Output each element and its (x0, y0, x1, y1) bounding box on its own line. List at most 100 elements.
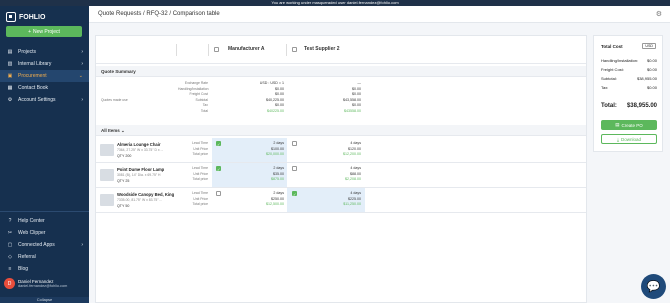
quote-summary-title: Quote Summary (101, 69, 136, 74)
total-cost-card: Total Cost USD Handling/Installation: $0… (593, 35, 663, 152)
item-description: 7335-00, 81.75" W x 83.75" ... (117, 198, 163, 202)
select-supplier-a-checkbox[interactable]: ✓ (216, 141, 221, 147)
total-price: $12,200.00 (343, 152, 361, 156)
avatar: D (4, 278, 15, 289)
quote-summary-band: Quote Summary (96, 66, 586, 77)
sidebar-item-procurement[interactable]: ▣ Procurement ⌄ (0, 70, 89, 82)
column-divider (208, 44, 209, 56)
select-supplier-a-checkbox[interactable] (216, 191, 221, 196)
settings-gear-icon[interactable]: ⚙ (656, 10, 662, 18)
apps-icon: ▢ (7, 242, 13, 248)
download-label: Download (620, 136, 641, 142)
sidebar-item-internal-library[interactable]: ▥ Internal Library › (0, 58, 89, 70)
supplier-a-total: $40225.00 (267, 108, 284, 113)
user-email: daniel.fernandez@fohlio.com (18, 284, 68, 288)
supplier-a-checkbox[interactable] (214, 46, 219, 52)
logo-icon (6, 12, 16, 22)
new-project-button[interactable]: + New Project (6, 26, 82, 37)
gear-icon: ⚙ (7, 97, 13, 103)
select-supplier-b-checkbox[interactable] (292, 141, 297, 146)
blog-icon: ≡ (8, 266, 12, 272)
sidebar-item-connected-apps[interactable]: ▢ Connected Apps › (0, 239, 89, 251)
item-name[interactable]: Woodside Canopy Bed, King (117, 192, 174, 197)
summary-row-value: $0.00 (646, 85, 657, 90)
select-supplier-b-checkbox[interactable]: ✓ (292, 191, 297, 197)
item-name[interactable]: Almeria Lounge Chair (117, 142, 161, 147)
summary-row-label: Handling/Installation: (601, 58, 639, 63)
row-divider (96, 162, 586, 163)
chevron-right-icon: › (81, 242, 83, 248)
row-label: Total price (192, 152, 208, 156)
sidebar-item-label: Procurement (18, 73, 47, 79)
document-icon: ▤ (615, 122, 620, 127)
summary-row: Subtotal: $38,955.00 (601, 76, 657, 81)
sidebar-item-label: Blog (18, 266, 29, 272)
sidebar-item-blog[interactable]: ≡ Blog (0, 263, 89, 275)
all-items-band: All Items ⌄ (96, 125, 586, 136)
logo-text: FOHLIO (19, 13, 46, 21)
plus-icon: + (28, 28, 31, 35)
sidebar-item-label: Connected Apps (18, 242, 55, 248)
sidebar-item-help-center[interactable]: ? Help Center (0, 215, 89, 227)
column-divider (176, 44, 177, 56)
summary-row: Handling/Installation: $0.00 (601, 58, 657, 63)
breadcrumb: Quote Requests / RFQ-32 / Comparison tab… (98, 11, 220, 17)
chevron-down-icon: ⌄ (78, 73, 83, 79)
summary-row: Tax: $0.00 (601, 85, 657, 90)
folder-icon: ▤ (7, 49, 13, 55)
all-items-label: All Items (101, 128, 120, 133)
collapse-sidebar-button[interactable]: Collapse (0, 297, 89, 303)
download-button[interactable]: ⤓ Download (601, 134, 657, 144)
grand-total-label: Total: (601, 103, 617, 109)
total-price: $11,250.00 (343, 202, 361, 206)
all-items-dropdown[interactable]: All Items ⌄ (101, 128, 125, 134)
summary-row-value: $0.00 (646, 58, 657, 63)
summary-label: Total (200, 108, 208, 113)
chat-bubble-button[interactable]: 💬 (641, 274, 666, 299)
sidebar-item-contact-book[interactable]: ▦ Contact Book (0, 82, 89, 94)
row-label: Total price (192, 202, 208, 206)
table-header: Manufacturer A Test Supplier 2 (96, 36, 586, 64)
sidebar-item-web-clipper[interactable]: ✂ Web Clipper (0, 227, 89, 239)
summary-row-label: Freight Cost: (601, 67, 624, 72)
sidebar-item-label: Internal Library (18, 61, 52, 67)
item-quantity: QTY 25 (117, 179, 130, 183)
book-icon: ▥ (7, 61, 13, 67)
item-quantity: QTY 50 (117, 204, 130, 208)
total-cost-title: Total Cost (601, 44, 623, 49)
summary-row-value: $0.00 (646, 67, 657, 72)
app-logo[interactable]: FOHLIO (6, 12, 45, 22)
row-divider (96, 212, 586, 213)
sidebar-item-label: Projects (18, 49, 37, 55)
sidebar-item-projects[interactable]: ▤ Projects › (0, 46, 89, 58)
grand-total: Total: $38,955.00 (601, 103, 657, 109)
clip-icon: ✂ (7, 230, 13, 236)
chat-icon: 💬 (646, 281, 661, 293)
sidebar-item-label: Web Clipper (18, 230, 46, 236)
chevron-right-icon: › (81, 49, 83, 55)
main-nav: ▤ Projects › ▥ Internal Library › ▣ Proc… (0, 46, 89, 106)
item-name[interactable]: Point Dume Floor Lamp (117, 167, 164, 172)
new-project-label: New Project (32, 28, 60, 35)
help-icon: ? (8, 218, 12, 224)
supplier-b-checkbox[interactable] (292, 46, 297, 52)
sidebar-item-label: Help Center (18, 218, 45, 224)
sidebar-item-label: Account Settings (18, 97, 56, 103)
sidebar-item-referral[interactable]: ◇ Referral (0, 251, 89, 263)
row-label: Total price (192, 177, 208, 181)
item-quantity: QTY 200 (117, 154, 132, 158)
total-price: $875.00 (271, 177, 284, 181)
sidebar-item-account-settings[interactable]: ⚙ Account Settings › (0, 94, 89, 106)
create-po-button[interactable]: ▤ Create PO (601, 120, 657, 130)
chevron-right-icon: › (81, 97, 83, 103)
column-divider (286, 44, 287, 56)
cart-icon: ▣ (7, 73, 13, 79)
select-supplier-a-checkbox[interactable]: ✓ (216, 166, 221, 172)
currency-selector[interactable]: USD (642, 43, 656, 49)
gift-icon: ◇ (8, 254, 12, 260)
download-icon: ⤓ (616, 136, 619, 142)
user-profile[interactable]: D Daniel Fernandez daniel.fernandez@fohl… (4, 278, 67, 289)
select-supplier-b-checkbox[interactable] (292, 166, 297, 171)
total-price: $12,500.00 (266, 202, 284, 206)
chevron-right-icon: › (81, 61, 83, 67)
